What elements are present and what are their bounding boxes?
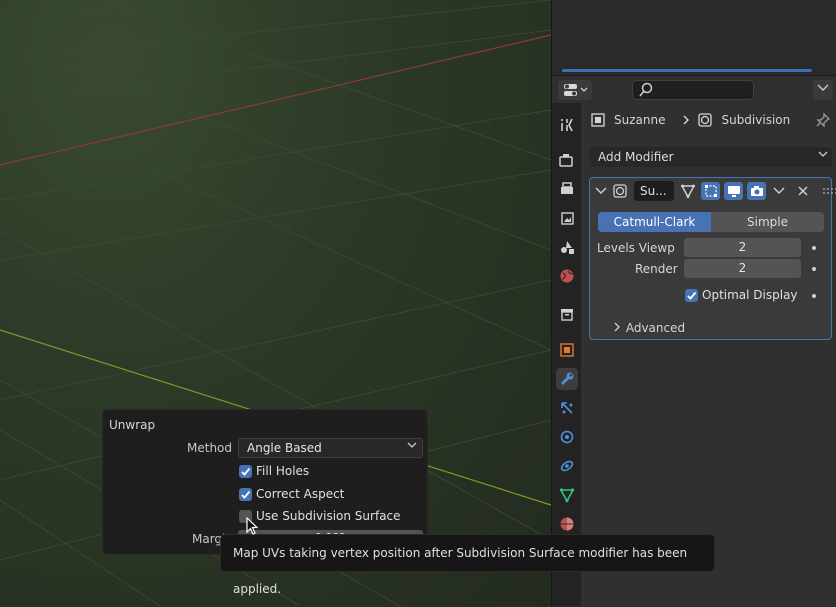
pin-icon[interactable] [815, 112, 831, 131]
optimal-display-checkbox[interactable]: Optimal Display [685, 288, 798, 302]
collection-icon[interactable] [556, 303, 578, 325]
render-icon[interactable] [556, 149, 578, 171]
search-input[interactable] [632, 80, 754, 100]
editor-type-button[interactable] [558, 80, 592, 100]
unwrap-title: Unwrap [109, 418, 156, 432]
tooltip: Map UVs taking vertex position after Sub… [220, 534, 715, 596]
use-subdivision-surface-checkbox[interactable]: Use Subdivision Surface [239, 508, 401, 524]
checkbox-checked-icon [239, 487, 252, 501]
modifier-header: Su... [594, 181, 836, 201]
horizontal-scrollbar[interactable] [562, 69, 812, 72]
close-icon[interactable] [796, 184, 810, 198]
vertex-triangle-icon [680, 184, 695, 199]
simple-option[interactable]: Simple [711, 212, 824, 232]
levels-viewport-field[interactable]: 2 [684, 238, 801, 257]
advanced-label: Advanced [625, 321, 686, 335]
optimal-display-label: Optimal Display [702, 288, 798, 302]
subdivision-type-selector: Catmull-Clark Simple [598, 212, 824, 232]
edit-mode-cage-toggle[interactable] [678, 182, 697, 200]
chevron-down-icon [407, 439, 417, 457]
chevron-right-icon [614, 322, 620, 332]
chevron-down-icon[interactable] [772, 184, 786, 198]
breadcrumb-object: Suzanne [614, 113, 666, 127]
mouse-cursor-icon [246, 517, 259, 535]
method-value: Angle Based [247, 441, 322, 455]
object-icon[interactable] [556, 339, 578, 361]
data-icon[interactable] [556, 484, 578, 506]
checkbox-checked-icon [239, 464, 252, 478]
levels-viewport-label: Levels Viewp [597, 241, 675, 255]
output-icon[interactable] [556, 178, 578, 200]
advanced-subpanel-toggle[interactable]: Advanced [612, 321, 685, 335]
breadcrumb: Suzanne Subdivision [590, 110, 790, 130]
particles-icon[interactable] [556, 397, 578, 419]
scene-icon[interactable] [556, 236, 578, 258]
header-options-dropdown[interactable] [813, 80, 833, 100]
render-toggle[interactable] [747, 182, 766, 200]
properties-tabs [552, 103, 581, 606]
editor-type-icon [564, 84, 588, 96]
search-icon [639, 82, 653, 97]
outliner-area[interactable] [552, 0, 836, 74]
collapse-chevron-icon[interactable] [594, 184, 608, 198]
viewport-toggle[interactable] [724, 182, 743, 200]
checkbox-checked-icon [685, 288, 698, 302]
physics-icon[interactable] [556, 426, 578, 448]
modifier-name-field[interactable]: Su... [634, 181, 674, 201]
monitor-icon [727, 186, 740, 197]
edit-mode-icon [704, 185, 717, 197]
keyframe-dot-icon[interactable] [812, 246, 816, 250]
use-subdivision-surface-label: Use Subdivision Surface [256, 509, 401, 523]
correct-aspect-label: Correct Aspect [256, 487, 345, 501]
chevron-down-icon [817, 84, 829, 91]
correct-aspect-checkbox[interactable]: Correct Aspect [239, 486, 344, 502]
render-levels-label: Render [635, 262, 678, 276]
view-layer-icon[interactable] [556, 207, 578, 229]
keyframe-dot-icon[interactable] [812, 294, 816, 298]
fill-holes-checkbox[interactable]: Fill Holes [239, 463, 309, 479]
camera-icon [750, 186, 763, 196]
object-data-icon [591, 113, 605, 127]
method-label: Method [187, 441, 233, 455]
subdivision-modifier-icon [698, 113, 713, 127]
chevron-right-icon [683, 115, 690, 125]
add-modifier-dropdown[interactable]: Add Modifier [590, 147, 832, 167]
method-select[interactable]: Angle Based [238, 438, 423, 458]
subdivision-modifier-icon [613, 184, 627, 198]
world-icon[interactable] [556, 265, 578, 287]
constraints-icon[interactable] [556, 455, 578, 477]
fill-holes-label: Fill Holes [256, 464, 310, 478]
tool-icon[interactable] [556, 114, 578, 136]
render-levels-field[interactable]: 2 [684, 259, 801, 278]
keyframe-dot-icon[interactable] [812, 267, 816, 271]
edit-mode-toggle[interactable] [701, 182, 720, 200]
modifier-icon[interactable] [556, 368, 578, 390]
add-modifier-label: Add Modifier [598, 150, 674, 164]
breadcrumb-modifier: Subdivision [721, 113, 791, 127]
material-icon[interactable] [556, 513, 578, 535]
chevron-down-icon [818, 147, 828, 167]
drag-handle-icon[interactable] [822, 186, 836, 196]
catmull-clark-option[interactable]: Catmull-Clark [598, 212, 711, 232]
